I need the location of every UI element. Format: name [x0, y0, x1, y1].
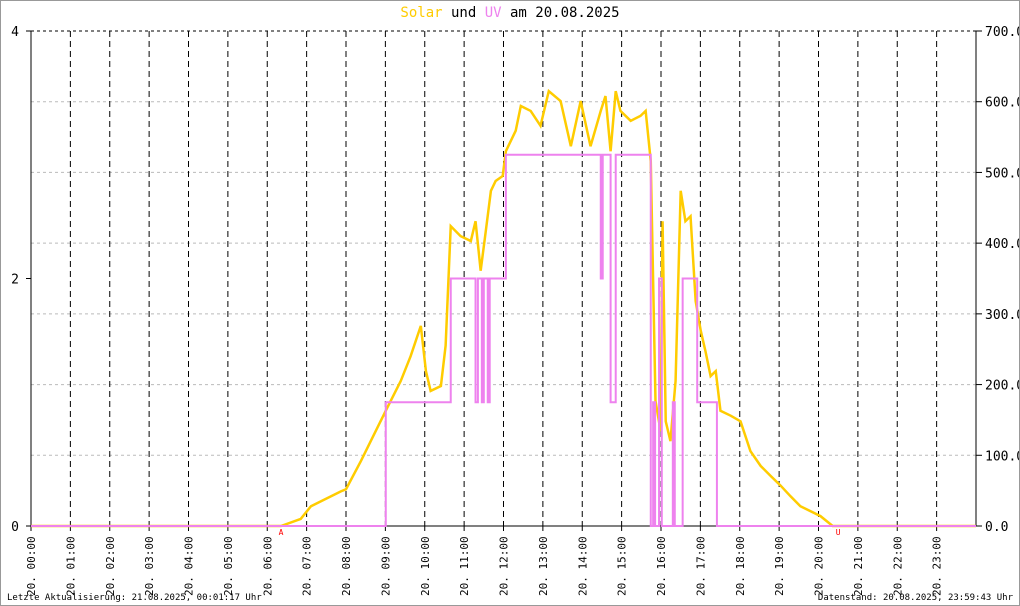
right-tick-label: 0.0 — [985, 520, 1008, 535]
marker-A: A — [279, 528, 284, 537]
left-tick-label: 0 — [11, 520, 19, 535]
x-tick-label: 20. 15:00 — [616, 536, 629, 596]
left-tick-label: 4 — [11, 25, 19, 40]
right-tick-label: 200.0 — [985, 379, 1019, 394]
x-tick-label: 20. 21:00 — [852, 536, 865, 596]
x-tick-label: 20. 04:00 — [183, 536, 196, 596]
x-tick-label: 20. 08:00 — [340, 536, 353, 596]
title-und: und — [442, 5, 485, 21]
x-tick-label: 20. 17:00 — [694, 536, 707, 596]
x-tick-label: 20. 07:00 — [301, 536, 314, 596]
right-tick-label: 300.0 — [985, 308, 1019, 323]
x-tick-label: 20. 11:00 — [458, 536, 471, 596]
x-tick-label: 20. 12:00 — [498, 536, 511, 596]
title-solar: Solar — [400, 5, 443, 21]
uv-line — [31, 153, 976, 527]
x-tick-label: 20. 23:00 — [931, 536, 944, 596]
x-tick-label: 20. 20:00 — [813, 536, 826, 596]
title-date: am 20.08.2025 — [501, 5, 620, 21]
chart-title: Solar und UV am 20.08.2025 — [1, 5, 1019, 21]
last-update: Letzte Aktualisierung: 21.08.2025, 00:01… — [7, 593, 262, 603]
x-tick-label: 20. 14:00 — [576, 536, 589, 596]
x-tick-label: 20. 18:00 — [734, 536, 747, 596]
title-uv: UV — [484, 5, 502, 21]
x-tick-label: 20. 10:00 — [419, 536, 432, 596]
x-tick-label: 20. 06:00 — [261, 536, 274, 596]
x-tick-label: 20. 22:00 — [891, 536, 904, 596]
x-tick-label: 20. 19:00 — [773, 536, 786, 596]
x-tick-label: 20. 02:00 — [104, 536, 117, 596]
x-tick-label: 20. 01:00 — [64, 536, 77, 596]
right-tick-label: 100.0 — [985, 449, 1019, 464]
x-tick-label: 20. 03:00 — [143, 536, 156, 596]
x-tick-label: 20. 16:00 — [655, 536, 668, 596]
left-tick-label: 2 — [11, 273, 19, 288]
x-tick-label: 20. 09:00 — [379, 536, 392, 596]
x-tick-label: 20. 13:00 — [537, 536, 550, 596]
right-tick-label: 500.0 — [985, 166, 1019, 181]
data-timestamp: Datenstand: 20.08.2025, 23:59:43 Uhr — [817, 593, 1013, 603]
right-tick-label: 700.0 — [985, 25, 1019, 40]
right-tick-label: 400.0 — [985, 237, 1019, 252]
chart-container: 20. 00:00 20. 01:00 20. 02:00 20. 03:00 20. … — [0, 0, 1020, 606]
x-tick-label: 20. 00:00 — [25, 536, 38, 596]
right-tick-label: 600.0 — [985, 96, 1019, 111]
marker-U: U — [836, 528, 841, 537]
x-tick-label: 20. 05:00 — [222, 536, 235, 596]
chart-svg: 20. 00:00 20. 01:00 20. 02:00 20. 03:00 20. … — [11, 25, 1019, 596]
